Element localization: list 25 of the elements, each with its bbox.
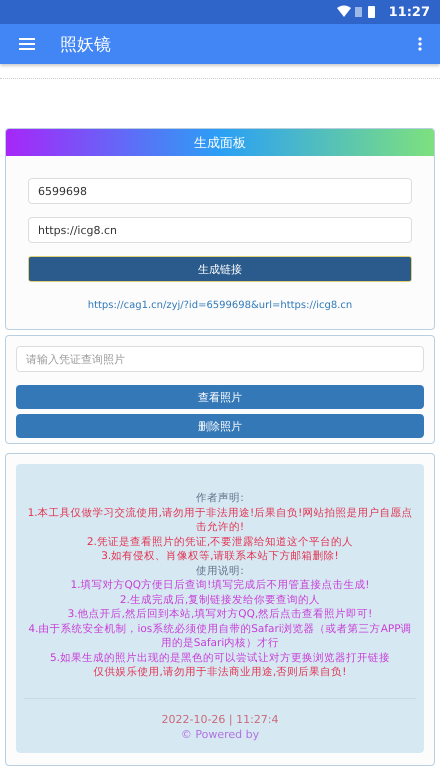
notice-line: 3.他点开后,然后回到本站,填写对方QQ,然后点击查看照片即可!	[68, 607, 372, 622]
notice-line: 3.如有侵权、肖像权等,请联系本站下方邮箱删除!	[101, 549, 339, 564]
app-title: 照妖镜	[60, 34, 112, 56]
result-link[interactable]: https://cag1.cn/zyj/?id=6599698&url=https://icg8.cn	[88, 300, 352, 311]
notice-line: 仅供娱乐使用,请勿用于非法商业用途,否则后果自负!	[94, 665, 346, 680]
generate-link-button[interactable]: 生成链接	[28, 256, 412, 282]
url-field[interactable]: https://icg8.cn	[28, 217, 412, 243]
notice-line: 2.凭证是查看照片的凭证,不要泄露给知道这个平台的人	[86, 534, 354, 549]
notice-line: 5.如果生成的照片出现的是黑色的可以尝试让对方更换浏览器打开链接	[50, 650, 390, 665]
footer-powered: © Powered by	[180, 728, 260, 740]
notice-line: 1.本工具仅做学习交流使用,请勿用于非法用途!后果自负!网站拍照是用户自愿点击允许的!	[26, 506, 414, 534]
id-field[interactable]: 6599698	[28, 178, 412, 204]
notice-line: 使用说明:	[196, 564, 244, 578]
photo-button[interactable]: 查看照片	[16, 385, 424, 409]
footer-date: 2022-10-26 | 11:27:4	[161, 712, 279, 726]
menu-icon[interactable]	[19, 38, 35, 50]
photo-button[interactable]: 删除照片	[16, 414, 424, 438]
notice-line: 作者声明:	[196, 491, 244, 506]
status-time: 11:27	[388, 4, 430, 20]
notice-line: 1.填写对方QQ方便日后查询!填写完成后不用管直接点击生成!	[70, 578, 370, 592]
notice-line: 4.由于系统安全机制，ios系统必须使用自带的Safari浏览器（或者第三方APP调用的是Safari内核）才行	[27, 622, 413, 650]
notice-line: 2.生成完成后,复制链接发给你要查询的人	[120, 592, 320, 607]
more-icon[interactable]	[418, 37, 422, 51]
credential-field[interactable]: 请输入凭证查询照片	[16, 346, 424, 372]
panel-header: 生成面板	[6, 129, 434, 156]
